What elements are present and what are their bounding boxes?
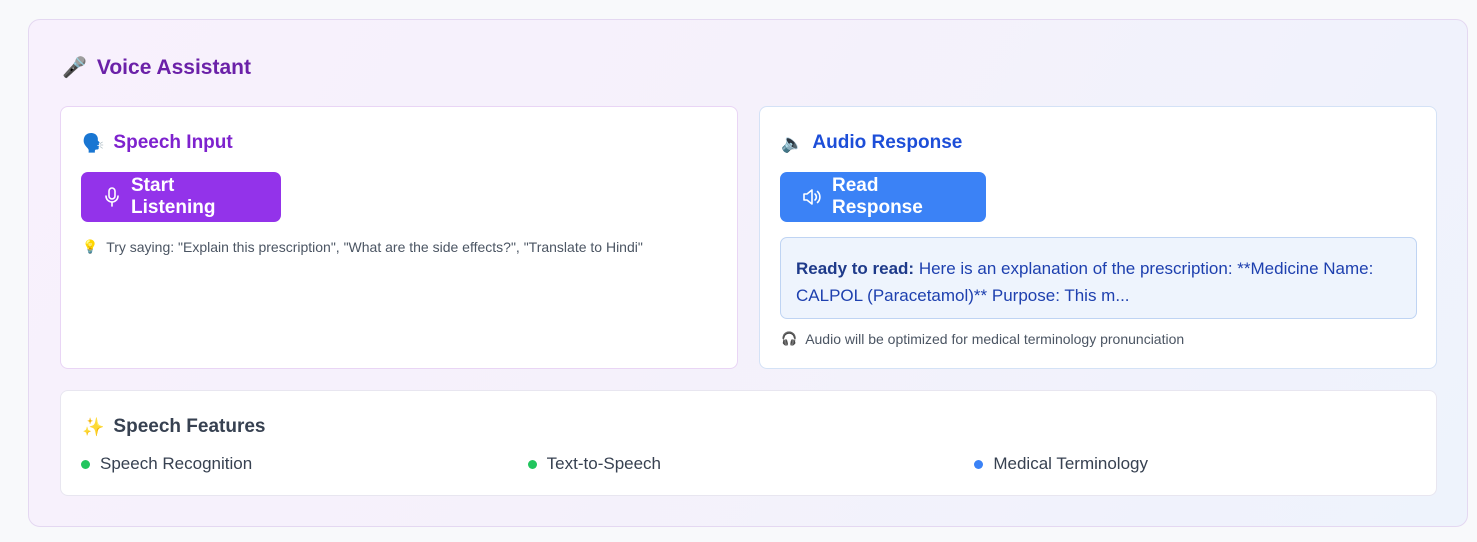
status-dot-icon xyxy=(81,459,90,469)
audio-response-title-text: Audio Response xyxy=(812,132,963,153)
feature-label: Text-to-Speech xyxy=(546,454,662,473)
speech-input-title: 🗣️ Speech Input xyxy=(82,132,233,154)
read-response-button[interactable]: Read Response xyxy=(780,172,986,222)
mic-icon xyxy=(103,187,121,207)
ready-label: Ready to read: xyxy=(796,259,915,278)
feature-speech-recognition: Speech Recognition xyxy=(81,454,528,474)
microphone-icon: 🎤 xyxy=(62,57,87,79)
volume-icon xyxy=(802,187,822,207)
speech-hint: 💡 Try saying: "Explain this prescription… xyxy=(82,239,643,255)
audio-response-title: 🔈 Audio Response xyxy=(781,132,962,154)
speech-input-title-text: Speech Input xyxy=(113,132,233,153)
features-list: Speech Recognition Text-to-Speech Medica… xyxy=(81,454,1421,474)
speaking-head-icon: 🗣️ xyxy=(82,132,105,153)
voice-assistant-panel: 🎤 Voice Assistant 🗣️ Speech Input Start … xyxy=(28,19,1468,527)
audio-note: 🎧 Audio will be optimized for medical te… xyxy=(781,331,1184,347)
response-preview: Ready to read: Here is an explanation of… xyxy=(780,237,1417,319)
speech-features-card: ✨ Speech Features Speech Recognition Tex… xyxy=(60,390,1437,496)
panel-title-text: Voice Assistant xyxy=(96,55,251,79)
speaker-icon: 🔈 xyxy=(781,132,804,153)
speech-features-title-text: Speech Features xyxy=(113,416,266,437)
sparkles-icon: ✨ xyxy=(82,416,105,437)
feature-label: Speech Recognition xyxy=(100,454,253,473)
start-listening-button[interactable]: Start Listening xyxy=(81,172,281,222)
feature-medical-terminology: Medical Terminology xyxy=(974,454,1421,474)
audio-response-card: 🔈 Audio Response Read Response Ready to … xyxy=(759,106,1437,369)
speech-input-card: 🗣️ Speech Input Start Listening 💡 Try sa… xyxy=(60,106,738,369)
feature-label: Medical Terminology xyxy=(993,454,1148,473)
read-response-label: Read Response xyxy=(832,175,923,218)
speech-hint-text: Try saying: "Explain this prescription",… xyxy=(106,239,643,255)
lightbulb-icon: 💡 xyxy=(82,239,99,254)
headphones-icon: 🎧 xyxy=(781,331,798,346)
status-dot-icon xyxy=(527,459,537,469)
audio-note-text: Audio will be optimized for medical term… xyxy=(805,331,1185,347)
feature-text-to-speech: Text-to-Speech xyxy=(527,454,975,474)
start-listening-label: Start Listening xyxy=(131,175,216,218)
speech-features-title: ✨ Speech Features xyxy=(82,416,266,438)
status-dot-icon xyxy=(974,459,984,469)
panel-title: 🎤 Voice Assistant xyxy=(62,55,251,80)
